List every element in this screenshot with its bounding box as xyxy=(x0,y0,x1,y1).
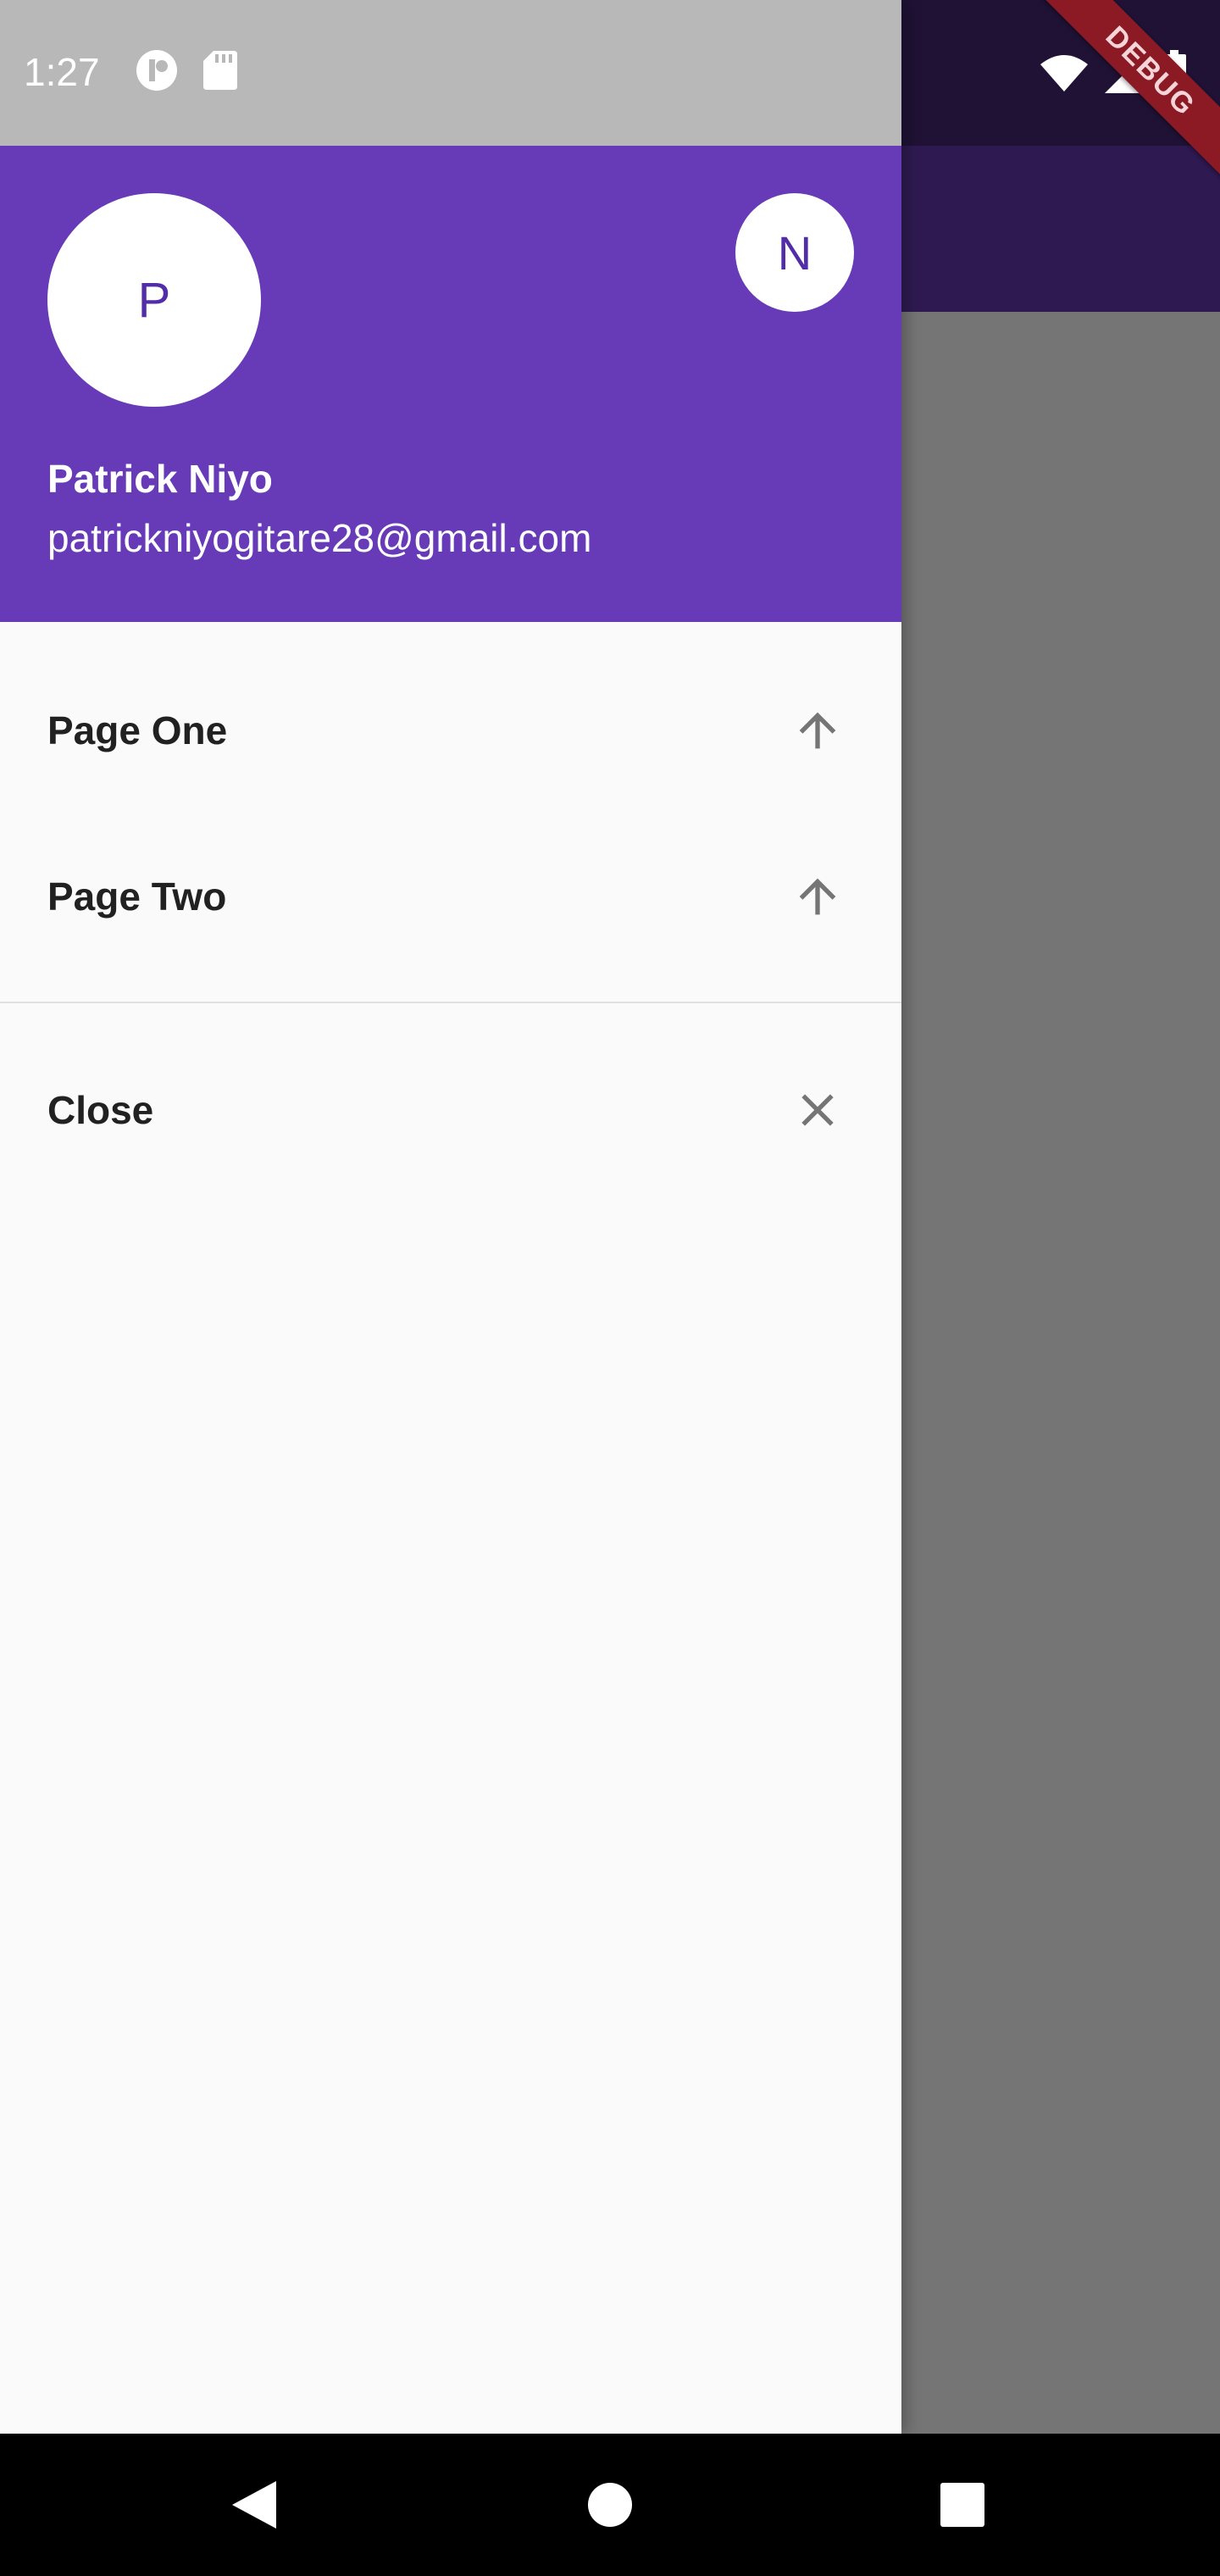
account-email: patrickniyogitare28@gmail.com xyxy=(47,516,592,560)
back-icon[interactable] xyxy=(220,2471,288,2539)
secondary-account-avatar[interactable]: N xyxy=(735,193,854,312)
drawer-item-close[interactable]: Close xyxy=(0,1027,901,1193)
drawer-item-page-one[interactable]: Page One xyxy=(0,647,901,813)
status-icons-right xyxy=(1040,47,1186,98)
system-navigation-bar xyxy=(0,2434,1220,2576)
arrow-upward-icon xyxy=(788,701,847,760)
status-bar: 1:27 xyxy=(0,0,901,146)
secondary-avatar-initial: N xyxy=(777,225,812,280)
recents-icon[interactable] xyxy=(929,2471,996,2539)
drawer-item-label: Close xyxy=(47,1088,154,1132)
wifi-icon xyxy=(1040,54,1088,92)
account-avatar-initial: P xyxy=(137,272,171,328)
arrow-upward-icon xyxy=(788,867,847,926)
account-avatar[interactable]: P xyxy=(47,193,261,407)
drawer-item-label: Page One xyxy=(47,708,228,752)
navigation-drawer: 1:27 P N Patrick Niyo patrickniyogitare2… xyxy=(0,0,901,2434)
battery-icon xyxy=(1162,50,1186,96)
sd-card-icon xyxy=(203,51,237,94)
notification-app-icon xyxy=(136,49,178,96)
cell-signal-icon xyxy=(1105,53,1145,93)
home-icon[interactable] xyxy=(576,2471,644,2539)
drawer-divider xyxy=(0,1002,901,1003)
account-name: Patrick Niyo xyxy=(47,457,273,501)
status-time: 1:27 xyxy=(24,50,100,94)
status-icons-left xyxy=(136,49,237,96)
close-icon xyxy=(788,1080,847,1140)
drawer-item-label: Page Two xyxy=(47,874,227,919)
drawer-item-page-two[interactable]: Page Two xyxy=(0,813,901,980)
drawer-header: P N Patrick Niyo patrickniyogitare28@gma… xyxy=(0,146,901,622)
